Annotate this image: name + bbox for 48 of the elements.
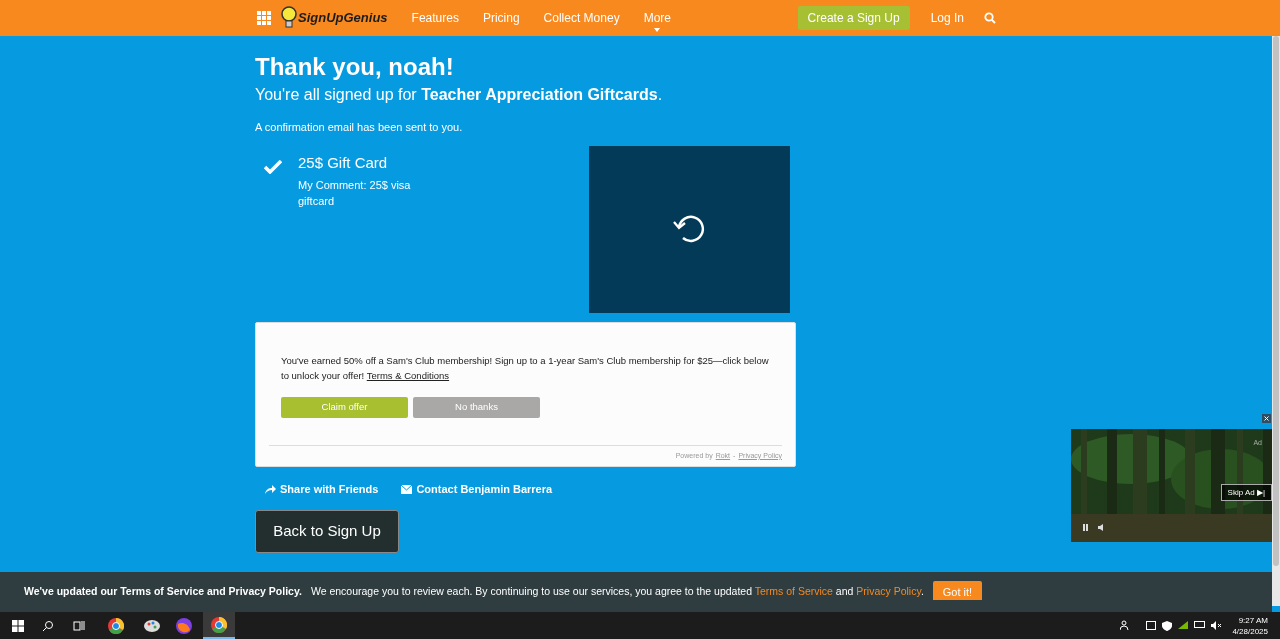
no-thanks-button[interactable]: No thanks — [413, 396, 540, 418]
pause-icon[interactable] — [1083, 524, 1088, 531]
paint-palette-icon[interactable] — [143, 617, 161, 634]
windows-start-icon[interactable] — [12, 619, 24, 632]
lightbulb-icon — [281, 6, 297, 30]
offer-text: You've earned 50% off a Sam's Club membership! Sign up to a 1-year Sam's Club membership for $25—click below to unlock your offer! Terms & Conditions — [280, 353, 770, 383]
item-comment: My Comment: 25$ visa giftcard — [298, 178, 412, 209]
volume-muted-icon[interactable] — [1211, 620, 1223, 630]
terms-link[interactable]: Terms & Conditions — [366, 369, 450, 381]
active-taskbar-item[interactable] — [203, 612, 235, 639]
nav-link[interactable]: Collect Money — [543, 12, 620, 24]
nav-link[interactable]: More — [643, 12, 671, 24]
nav-link[interactable]: Pricing — [482, 12, 520, 24]
action-link[interactable]: Share with Friends — [265, 481, 379, 498]
skip-ad-button[interactable]: Skip Ad ▶| — [1220, 484, 1272, 501]
got-it-button[interactable]: Got it! — [932, 581, 983, 603]
banner-text: We encourage you to review each. By continuing to use our services, you agree to the updated Terms of Service and Privacy Policy. — [310, 584, 924, 600]
tray-icon[interactable] — [1178, 620, 1189, 629]
terms-of-service-link[interactable]: Terms of Service — [754, 585, 833, 598]
shield-icon[interactable] — [1162, 620, 1173, 631]
logo-text[interactable]: SignUpGenius — [298, 8, 388, 28]
nav-link[interactable]: Features — [411, 12, 459, 24]
task-view-icon[interactable] — [73, 620, 85, 631]
scrollbar[interactable] — [1272, 36, 1280, 606]
claim-offer-button[interactable]: Claim offer — [281, 396, 408, 418]
clock-time[interactable]: 9:27 AM — [1238, 614, 1268, 626]
share-arrow-icon — [265, 484, 276, 495]
browser-icon[interactable] — [108, 617, 124, 634]
create-signup-button[interactable]: Create a Sign Up — [797, 6, 910, 30]
network-icon[interactable] — [1194, 620, 1206, 630]
item-name: 25$ Gift Card — [298, 152, 389, 173]
tray-icon[interactable] — [1146, 620, 1157, 630]
banner-heading: We've updated our Terms of Service and Privacy Policy. — [24, 584, 302, 600]
envelope-icon — [401, 484, 413, 494]
login-link[interactable]: Log In — [930, 9, 964, 27]
browser-icon — [211, 616, 227, 633]
clock-date[interactable]: 4/28/2025 — [1232, 625, 1268, 637]
caret-icon — [654, 28, 661, 32]
back-to-signup-button[interactable]: Back to Sign Up — [255, 509, 399, 553]
privacy-policy-link[interactable]: Privacy Policy — [856, 585, 921, 598]
action-link[interactable]: Contact Benjamin Barrera — [401, 481, 553, 498]
email-note: A confirmation email has been sent to you. — [255, 120, 464, 135]
thank-you-heading: Thank you, noah! — [255, 52, 455, 82]
fox-browser-icon[interactable] — [176, 617, 192, 634]
close-icon[interactable] — [1262, 414, 1271, 423]
signup-subtitle: You're all signed up for Teacher Appreciation Giftcards. — [255, 85, 664, 105]
search-icon[interactable] — [42, 619, 54, 632]
volume-icon[interactable] — [1098, 524, 1105, 531]
